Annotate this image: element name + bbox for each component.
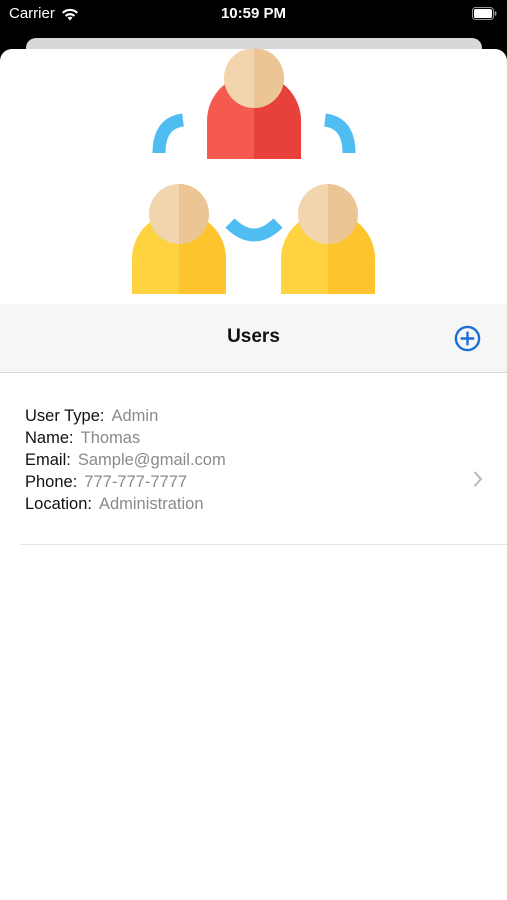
team-network-icon (132, 49, 375, 294)
page-title: Users (227, 326, 280, 347)
users-sheet: Users User Type: Admin Name: Thomas Email:… (0, 49, 507, 900)
chevron-right-icon (474, 471, 482, 487)
location-value: Administration (98, 495, 204, 513)
name-value: Thomas (80, 429, 141, 447)
user-type-label: User Type: (25, 407, 105, 425)
phone-label: Phone: (25, 473, 78, 491)
battery-icon (472, 7, 497, 20)
email-field: Email: Sample@gmail.com (25, 449, 226, 471)
status-bar: Carrier 10:59 PM (0, 0, 507, 30)
row-divider (20, 544, 507, 545)
navigation-bar: Users (0, 304, 507, 373)
phone-value: 777-777-7777 (84, 473, 188, 491)
user-details: User Type: Admin Name: Thomas Email: Sample… (25, 405, 226, 515)
user-type-value: Admin (111, 407, 159, 425)
add-user-button[interactable] (454, 325, 481, 352)
email-value: Sample@gmail.com (77, 451, 226, 469)
users-list: User Type: Admin Name: Thomas Email: Sample… (0, 373, 507, 545)
user-row[interactable]: User Type: Admin Name: Thomas Email: Sample… (0, 373, 507, 545)
user-type-field: User Type: Admin (25, 405, 226, 427)
phone-field: Phone: 777-777-7777 (25, 471, 226, 493)
name-label: Name: (25, 429, 74, 447)
location-field: Location: Administration (25, 493, 226, 515)
hero-illustration (0, 49, 507, 304)
location-label: Location: (25, 495, 92, 513)
name-field: Name: Thomas (25, 427, 226, 449)
email-label: Email: (25, 451, 71, 469)
app-screen: Carrier 10:59 PM Users User Type: Admin … (0, 0, 507, 900)
status-time: 10:59 PM (220, 5, 287, 22)
